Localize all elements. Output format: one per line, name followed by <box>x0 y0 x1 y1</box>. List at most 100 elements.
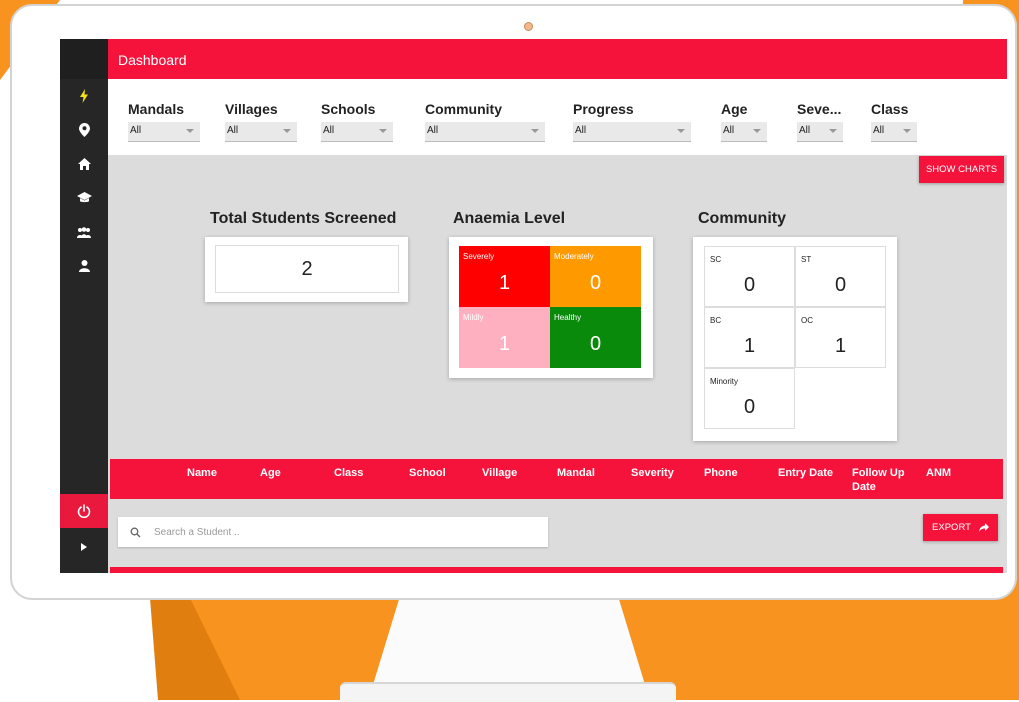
student-search-box[interactable] <box>118 517 548 547</box>
graduation-cap-icon <box>76 192 92 203</box>
filter-select[interactable]: All <box>321 122 393 142</box>
filter-value: All <box>799 125 811 136</box>
monitor-stand-base <box>340 682 676 702</box>
app-screen: Dashboard Mandals All Villages All Schoo… <box>60 39 1007 573</box>
anaemia-tile-healthy[interactable]: Healthy 0 <box>550 307 641 368</box>
filter-select[interactable]: All <box>797 122 843 142</box>
monitor-frame: Dashboard Mandals All Villages All Schoo… <box>10 4 1017 600</box>
filter-select[interactable]: All <box>225 122 297 142</box>
filter-schools[interactable]: Schools All <box>321 101 393 142</box>
nav-profile[interactable] <box>60 249 108 283</box>
filter-label: Progress <box>573 101 634 117</box>
anaemia-tile-moderately[interactable]: Moderately 0 <box>550 246 641 307</box>
column-header-name[interactable]: Name <box>187 466 217 480</box>
column-header-class[interactable]: Class <box>334 466 363 480</box>
chevron-down-icon <box>753 129 761 133</box>
share-arrow-icon <box>978 523 989 532</box>
tile-label: SC <box>710 255 722 264</box>
chevron-right-icon <box>81 543 87 551</box>
location-pin-icon <box>78 123 90 137</box>
community-title: Community <box>698 210 786 227</box>
chevron-down-icon <box>903 129 911 133</box>
filter-label: Age <box>721 101 748 117</box>
search-input[interactable] <box>154 522 534 542</box>
tile-label: Healthy <box>554 313 582 322</box>
filter-label: Seve... <box>797 101 842 117</box>
nav-home[interactable] <box>60 147 108 181</box>
filter-mandals[interactable]: Mandals All <box>128 101 200 142</box>
column-header-school[interactable]: School <box>409 466 446 480</box>
anaemia-tile-severely[interactable]: Severely 1 <box>459 246 550 307</box>
community-card: SC 0 ST 0 BC 1 OC 1 Minority 0 <box>693 237 897 441</box>
filter-value: All <box>227 125 239 136</box>
tile-value: 0 <box>589 333 602 355</box>
community-tile-sc[interactable]: SC 0 <box>704 246 795 307</box>
filter-select[interactable]: All <box>871 122 917 142</box>
community-tile-minority[interactable]: Minority 0 <box>704 368 795 429</box>
search-icon <box>130 527 141 538</box>
tile-value: 1 <box>743 335 756 357</box>
chevron-down-icon <box>677 129 685 133</box>
nav-schools[interactable] <box>60 181 108 215</box>
home-icon <box>77 158 91 170</box>
community-tile-oc[interactable]: OC 1 <box>795 307 886 368</box>
column-header-age[interactable]: Age <box>260 466 281 480</box>
tile-label: OC <box>801 316 813 325</box>
filter-label: Mandals <box>128 101 185 117</box>
tile-value: 1 <box>498 333 511 355</box>
column-header-mandal[interactable]: Mandal <box>557 466 595 480</box>
monitor-stand <box>372 598 646 688</box>
export-label: EXPORT <box>932 522 971 533</box>
filter-select[interactable]: All <box>425 122 545 142</box>
filter-select[interactable]: All <box>721 122 767 142</box>
tile-label: Moderately <box>554 252 594 261</box>
column-header-anm[interactable]: ANM <box>926 466 951 480</box>
community-tile-bc[interactable]: BC 1 <box>704 307 795 368</box>
top-bar: Dashboard <box>108 39 1007 79</box>
power-icon <box>77 504 91 518</box>
sidebar-expand-button[interactable] <box>60 531 108 563</box>
chevron-down-icon <box>531 129 539 133</box>
filter-age[interactable]: Age All <box>721 101 767 142</box>
sidebar-header <box>60 39 108 79</box>
bolt-icon <box>80 89 88 103</box>
nav-dashboard[interactable] <box>60 79 108 113</box>
filter-value: All <box>723 125 735 136</box>
filter-select[interactable]: All <box>573 122 691 142</box>
filter-severity[interactable]: Seve... All <box>797 101 843 142</box>
column-header-severity[interactable]: Severity <box>631 466 674 480</box>
filter-class[interactable]: Class All <box>871 101 917 142</box>
community-tile-st[interactable]: ST 0 <box>795 246 886 307</box>
column-header-follow-up-date[interactable]: Follow Up Date <box>852 466 908 494</box>
export-button[interactable]: EXPORT <box>923 514 998 541</box>
total-students-value: 2 <box>215 245 399 293</box>
table-row <box>110 567 1003 573</box>
students-table-header: Name Age Class School Village Mandal Sev… <box>110 459 1003 499</box>
column-header-entry-date[interactable]: Entry Date <box>778 466 833 480</box>
filter-select[interactable]: All <box>128 122 200 142</box>
tile-value: 1 <box>834 335 847 357</box>
nav-community[interactable] <box>60 215 108 249</box>
logout-button[interactable] <box>60 494 108 528</box>
tile-value: 1 <box>498 272 511 294</box>
column-header-village[interactable]: Village <box>482 466 517 480</box>
group-icon <box>77 226 91 238</box>
filter-villages[interactable]: Villages All <box>225 101 297 142</box>
tile-label: Mildly <box>463 313 484 322</box>
anaemia-tile-mildly[interactable]: Mildly 1 <box>459 307 550 368</box>
tile-label: ST <box>801 255 812 264</box>
chevron-down-icon <box>283 129 291 133</box>
camera-dot <box>524 22 533 31</box>
column-header-phone[interactable]: Phone <box>704 466 738 480</box>
tile-label: BC <box>710 316 722 325</box>
filter-community[interactable]: Community All <box>425 101 545 142</box>
show-charts-button[interactable]: SHOW CHARTS <box>919 156 1004 183</box>
filter-progress[interactable]: Progress All <box>573 101 691 142</box>
filter-value: All <box>323 125 335 136</box>
tile-label: Minority <box>710 377 739 386</box>
page-title: Dashboard <box>118 52 187 68</box>
filter-value: All <box>427 125 439 136</box>
chevron-down-icon <box>379 129 387 133</box>
nav-locations[interactable] <box>60 113 108 147</box>
tile-value: 0 <box>834 274 847 296</box>
